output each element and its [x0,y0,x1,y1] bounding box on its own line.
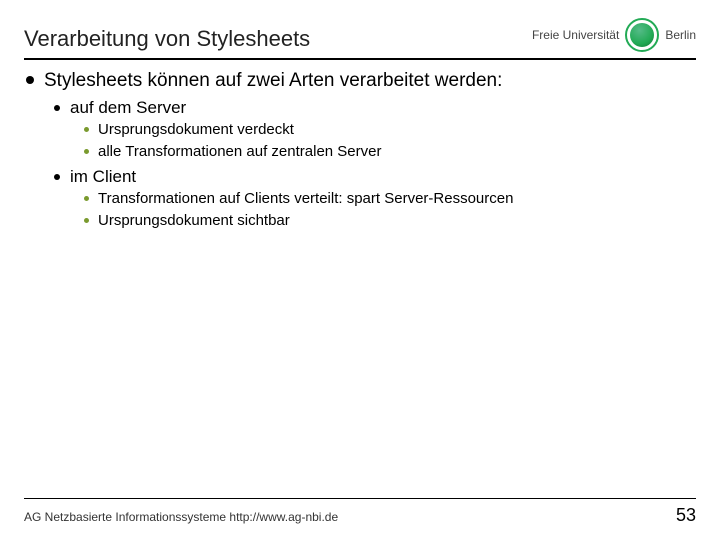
bullet-text: Ursprungsdokument verdeckt [98,120,294,140]
bullet-icon [54,105,60,111]
bullet-text: auf dem Server [70,98,186,118]
header: Verarbeitung von Stylesheets Freie Unive… [24,18,696,52]
bullet-level2: auf dem Server [54,98,696,118]
bullet-text: im Client [70,167,136,187]
logo-text-left: Freie Universität [532,28,619,42]
bullet-text: Stylesheets können auf zwei Arten verarb… [44,70,502,92]
slide: Verarbeitung von Stylesheets Freie Unive… [0,0,720,540]
bullet-level3: Ursprungsdokument verdeckt [84,120,696,140]
bullet-text: Transformationen auf Clients verteilt: s… [98,189,513,209]
university-logo: Freie Universität Berlin [532,18,696,52]
bullet-icon [84,127,89,132]
bullet-level3: Transformationen auf Clients verteilt: s… [84,189,696,209]
fu-berlin-seal-icon [625,18,659,52]
bullet-level2: im Client [54,167,696,187]
header-divider [24,58,696,60]
footer-divider [24,498,696,499]
page-number: 53 [676,505,696,526]
footer: AG Netzbasierte Informationssysteme http… [24,498,696,526]
bullet-level3: Ursprungsdokument sichtbar [84,211,696,231]
bullet-icon [84,149,89,154]
logo-text-right: Berlin [665,28,696,42]
bullet-icon [84,218,89,223]
slide-title: Verarbeitung von Stylesheets [24,18,310,52]
content: Stylesheets können auf zwei Arten verarb… [24,70,696,231]
bullet-icon [26,76,34,84]
bullet-level3: alle Transformationen auf zentralen Serv… [84,142,696,162]
footer-text: AG Netzbasierte Informationssysteme http… [24,510,338,524]
bullet-level1: Stylesheets können auf zwei Arten verarb… [26,70,696,92]
footer-row: AG Netzbasierte Informationssysteme http… [24,505,696,526]
bullet-text: alle Transformationen auf zentralen Serv… [98,142,381,162]
bullet-text: Ursprungsdokument sichtbar [98,211,290,231]
bullet-icon [84,196,89,201]
bullet-icon [54,174,60,180]
